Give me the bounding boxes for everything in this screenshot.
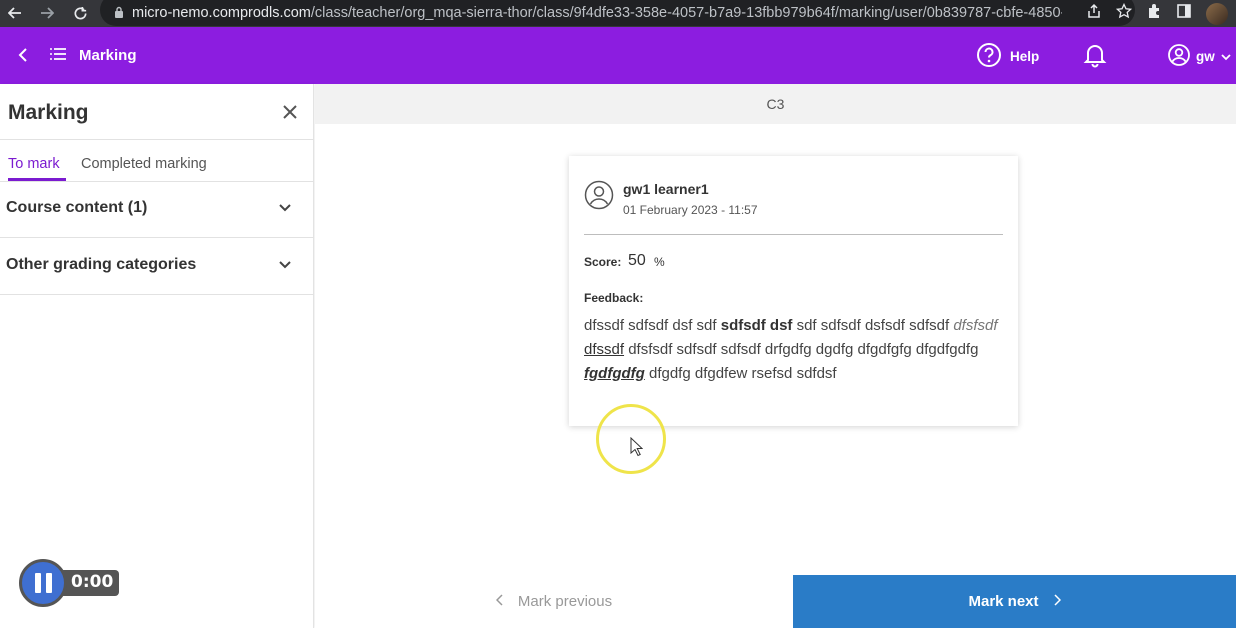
help-button[interactable]: Help [976,42,1039,71]
divider [0,294,314,295]
accordion-course-content[interactable]: Course content (1) [0,181,314,237]
notifications-bell-icon[interactable] [1083,42,1107,73]
share-icon[interactable] [1086,3,1102,24]
mouse-pointer-icon [630,436,644,462]
chevron-down-icon [278,201,292,215]
help-icon [976,42,1002,71]
page-title: Marking [79,47,137,64]
screen-recorder-widget: 0:00 [19,559,120,607]
marking-sidebar: Marking To mark Completed marking Course… [0,84,314,628]
chevron-down-icon [278,258,292,272]
recording-timer: 0:00 [61,570,120,596]
user-avatar-icon [1168,44,1190,69]
menu-icon[interactable] [50,47,66,61]
feedback-label: Feedback: [584,291,644,305]
chevron-right-icon [1053,593,1061,610]
main-content: C3 gw1 learner1 01 February 2023 - 11:57… [315,84,1236,628]
close-icon[interactable] [282,104,298,120]
divider [584,234,1003,235]
submission-card: gw1 learner1 01 February 2023 - 11:57 Sc… [569,156,1018,426]
mark-next-button[interactable]: Mark next [793,575,1236,628]
submission-date: 01 February 2023 - 11:57 [623,203,758,217]
activity-title-bar: C3 [315,84,1236,124]
side-panel-icon[interactable] [1176,3,1192,24]
score-label: Score: [584,255,622,269]
activity-title: C3 [766,96,785,112]
pause-recording-button[interactable] [19,559,67,607]
score-unit: % [654,255,665,269]
browser-reload-icon[interactable] [69,2,91,24]
mark-previous-button[interactable]: Mark previous [315,575,793,628]
help-label: Help [1010,49,1040,64]
learner-avatar-icon [584,180,614,210]
back-icon[interactable] [14,45,34,65]
user-label: gw [1196,49,1215,64]
accordion-other-grading-categories[interactable]: Other grading categories [0,238,314,294]
lock-icon [114,6,124,21]
profile-avatar[interactable] [1206,2,1228,25]
learner-name: gw1 learner1 [623,181,709,197]
browser-forward-icon[interactable] [36,2,58,24]
address-bar[interactable]: micro-nemo.comprodls.com/class/teacher/o… [100,0,1135,26]
pause-icon [34,573,52,593]
sidebar-title: Marking [8,101,89,124]
extensions-icon[interactable] [1146,3,1162,24]
accordion-label: Course content (1) [6,199,148,216]
browser-back-icon[interactable] [4,2,26,24]
feedback-text: dfssdf sdfsdf dsf sdf sdfsdf dsf sdf sdf… [584,317,998,382]
mark-previous-label: Mark previous [517,593,613,610]
tab-to-mark[interactable]: To mark [8,156,60,172]
url-text: micro-nemo.comprodls.com/class/teacher/o… [132,5,1062,21]
chevron-down-icon [1221,49,1231,64]
score-value: 50 [628,252,646,269]
tab-completed-marking[interactable]: Completed marking [81,156,207,172]
app-header: Marking Help gw [0,27,1236,84]
bookmark-star-icon[interactable] [1115,2,1133,24]
mark-next-label: Mark next [968,593,1039,610]
chevron-left-icon [495,593,504,610]
divider [0,139,314,140]
user-menu-button[interactable]: gw [1168,44,1231,69]
accordion-label: Other grading categories [6,256,197,273]
browser-toolbar: micro-nemo.comprodls.com/class/teacher/o… [0,0,1236,27]
